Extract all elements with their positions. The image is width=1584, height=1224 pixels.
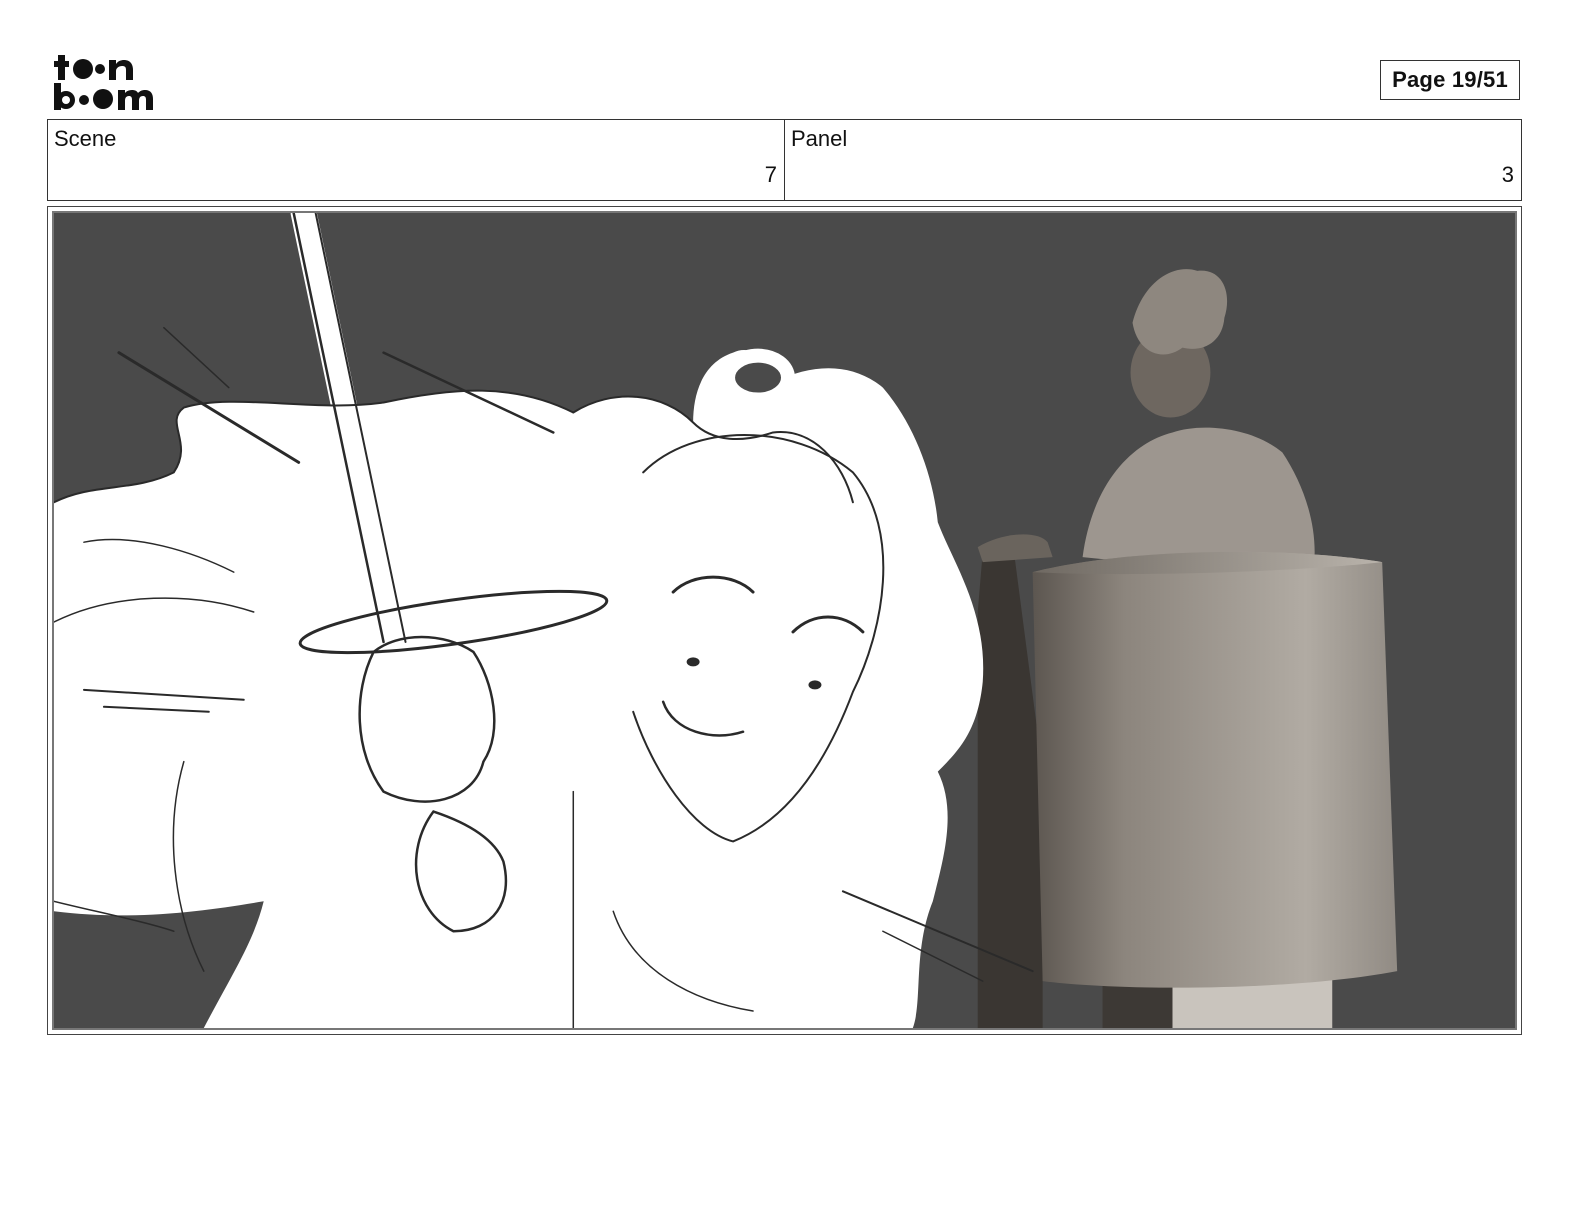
scene-cell: Scene 7 (48, 120, 784, 200)
panel-label: Panel (791, 126, 848, 151)
panel-value: 3 (1501, 162, 1514, 187)
scene-value: 7 (764, 162, 777, 187)
toon-boom-logo (54, 55, 153, 110)
scene-label: Scene (54, 126, 117, 151)
page-number: Page 19/51 (1380, 60, 1520, 100)
panel-drawing (52, 211, 1517, 1030)
scene-panel-info: Scene 7 Panel 3 (47, 119, 1522, 201)
panel-cell: Panel 3 (784, 120, 1521, 200)
storyboard-panel (47, 206, 1522, 1035)
